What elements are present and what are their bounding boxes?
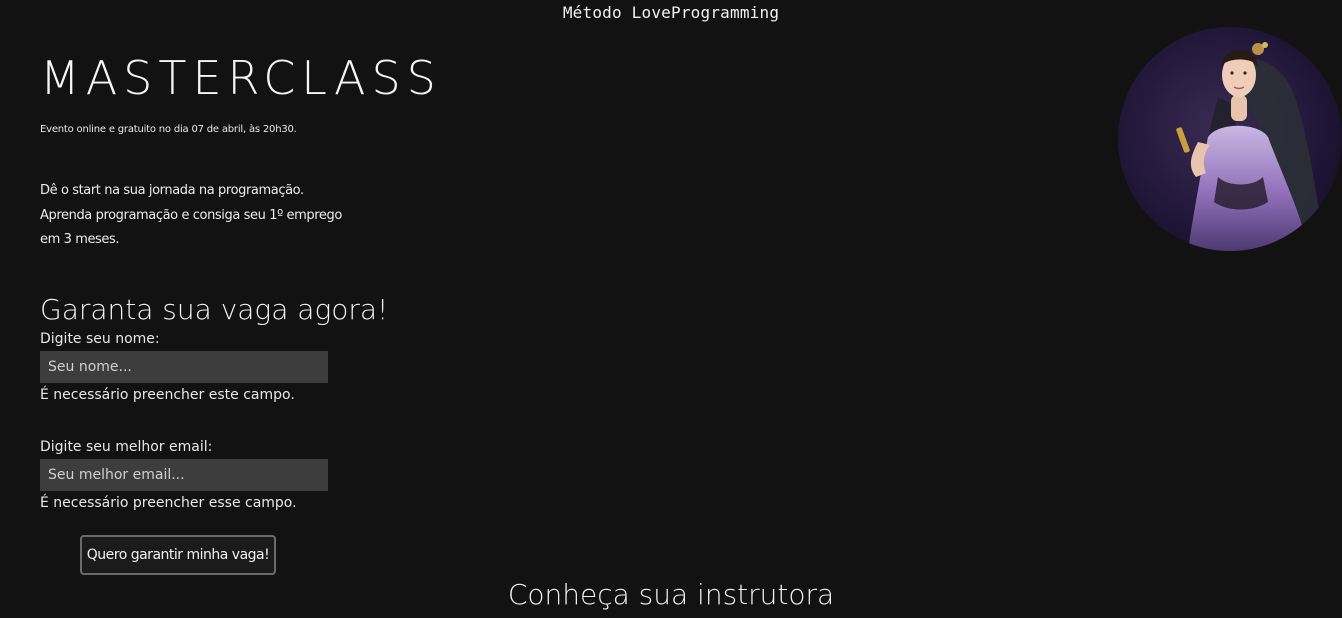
name-error-message: É necessário preencher este campo. <box>40 387 295 403</box>
email-label: Digite seu melhor email: <box>40 439 213 455</box>
hero-title: MASTERCLASS <box>40 51 442 105</box>
email-error-message: É necessário preencher esse campo. <box>40 495 297 511</box>
name-input[interactable] <box>40 351 328 383</box>
submit-button[interactable]: Quero garantir minha vaga! <box>80 535 276 575</box>
pitch-text: Dê o start na sua jornada na programação… <box>40 179 350 253</box>
form-title: Garanta sua vaga agora! <box>40 293 389 326</box>
instructor-portrait <box>1118 27 1342 251</box>
pitch-line: em 3 meses. <box>40 232 120 247</box>
pitch-line: Dê o start na sua jornada na programação… <box>40 183 304 198</box>
instructor-section-title: Conheça sua instrutora <box>507 578 835 611</box>
brand-title: Método LoveProgramming <box>562 3 780 22</box>
event-info: Evento online e gratuito no dia 07 de ab… <box>40 124 297 135</box>
email-input[interactable] <box>40 459 328 491</box>
name-label: Digite seu nome: <box>40 331 160 347</box>
pitch-line: Aprenda programação e consiga seu 1º emp… <box>40 207 342 223</box>
